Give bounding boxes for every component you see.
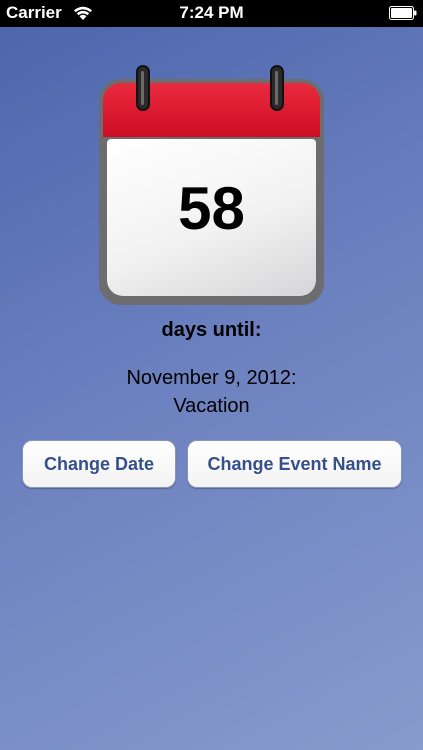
- event-name: Vacation: [173, 395, 250, 417]
- battery-full-icon: [389, 6, 417, 20]
- status-time: 7:24 PM: [179, 3, 244, 22]
- main-view: 58 days until: November 9, 2012: Vacatio…: [0, 27, 423, 750]
- calendar-ring-right: [270, 65, 284, 111]
- status-bar: Carrier 7:24 PM: [0, 0, 423, 27]
- event-date: November 9, 2012:: [126, 367, 297, 389]
- change-event-name-button[interactable]: Change Event Name: [187, 440, 402, 488]
- days-count: 58: [178, 175, 245, 242]
- calendar-ring-left: [136, 65, 150, 111]
- calendar-icon: 58: [99, 65, 324, 305]
- change-date-button[interactable]: Change Date: [22, 440, 176, 488]
- days-until-label: days until:: [161, 319, 262, 341]
